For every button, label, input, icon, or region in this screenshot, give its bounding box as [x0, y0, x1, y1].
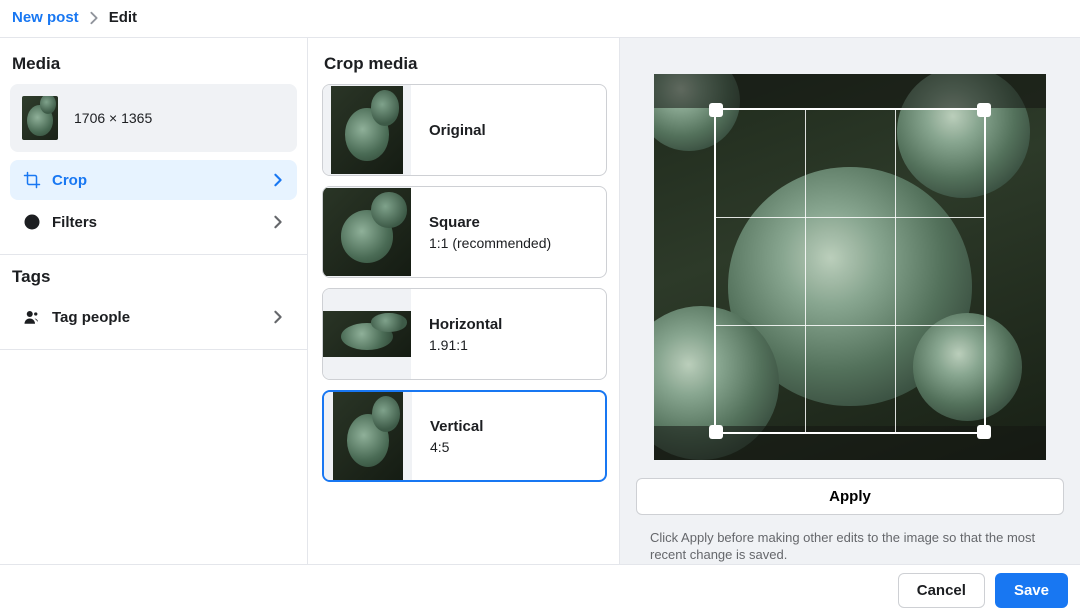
chevron-right-icon [271, 173, 285, 187]
tags-section-title: Tags [12, 267, 297, 287]
apply-hint-text: Click Apply before making other edits to… [650, 529, 1060, 564]
crop-option-thumb [323, 187, 411, 277]
left-sidebar: Media 1706 × 1365 Crop Filters [0, 38, 308, 564]
filters-icon [22, 212, 42, 232]
cancel-button[interactable]: Cancel [898, 573, 985, 608]
crop-option-thumb [324, 392, 412, 480]
sidebar-item-label: Tag people [52, 309, 271, 326]
crop-option-vertical[interactable]: Vertical 4:5 [322, 390, 607, 482]
crop-option-thumb [323, 289, 411, 379]
chevron-right-icon [271, 215, 285, 229]
media-dimensions: 1706 × 1365 [74, 110, 152, 126]
crop-option-name: Square [429, 214, 551, 231]
media-list-item[interactable]: 1706 × 1365 [10, 84, 297, 152]
breadcrumb: New post Edit [0, 0, 1080, 38]
chevron-right-icon [271, 310, 285, 324]
crop-option-original[interactable]: Original [322, 84, 607, 176]
crop-option-name: Horizontal [429, 316, 502, 333]
crop-option-horizontal[interactable]: Horizontal 1.91:1 [322, 288, 607, 380]
sidebar-item-label: Crop [52, 172, 271, 189]
divider [0, 349, 307, 350]
crop-option-name: Vertical [430, 418, 483, 435]
crop-handle-top-left[interactable] [709, 103, 723, 117]
breadcrumb-back-link[interactable]: New post [12, 9, 79, 26]
crop-preview-stage[interactable] [654, 74, 1046, 460]
sidebar-item-crop[interactable]: Crop [10, 160, 297, 200]
crop-option-name: Original [429, 122, 486, 139]
crop-option-ratio: 1:1 (recommended) [429, 235, 551, 251]
media-section-title: Media [12, 54, 297, 74]
crop-option-thumb [323, 85, 411, 175]
crop-option-square[interactable]: Square 1:1 (recommended) [322, 186, 607, 278]
chevron-right-icon [87, 11, 101, 25]
crop-icon [22, 170, 42, 190]
crop-handle-bottom-left[interactable] [709, 425, 723, 439]
sidebar-item-label: Filters [52, 214, 271, 231]
apply-button[interactable]: Apply [636, 478, 1064, 515]
save-button[interactable]: Save [995, 573, 1068, 608]
crop-preview-panel: Apply Click Apply before making other ed… [620, 38, 1080, 564]
crop-option-ratio: 4:5 [430, 439, 483, 455]
crop-handle-bottom-right[interactable] [977, 425, 991, 439]
footer-bar: Cancel Save [0, 564, 1080, 615]
divider [0, 254, 307, 255]
sidebar-item-filters[interactable]: Filters [10, 202, 297, 242]
media-thumbnail [22, 96, 58, 140]
breadcrumb-current: Edit [109, 9, 137, 26]
crop-panel-title: Crop media [324, 54, 607, 74]
crop-option-ratio: 1.91:1 [429, 337, 502, 353]
main-area: Media 1706 × 1365 Crop Filters [0, 38, 1080, 564]
sidebar-item-tag-people[interactable]: Tag people [10, 297, 297, 337]
crop-options-panel: Crop media Original Square 1:1 (recommen… [308, 38, 620, 564]
crop-frame[interactable] [714, 108, 986, 434]
crop-handle-top-right[interactable] [977, 103, 991, 117]
tag-people-icon [22, 307, 42, 327]
